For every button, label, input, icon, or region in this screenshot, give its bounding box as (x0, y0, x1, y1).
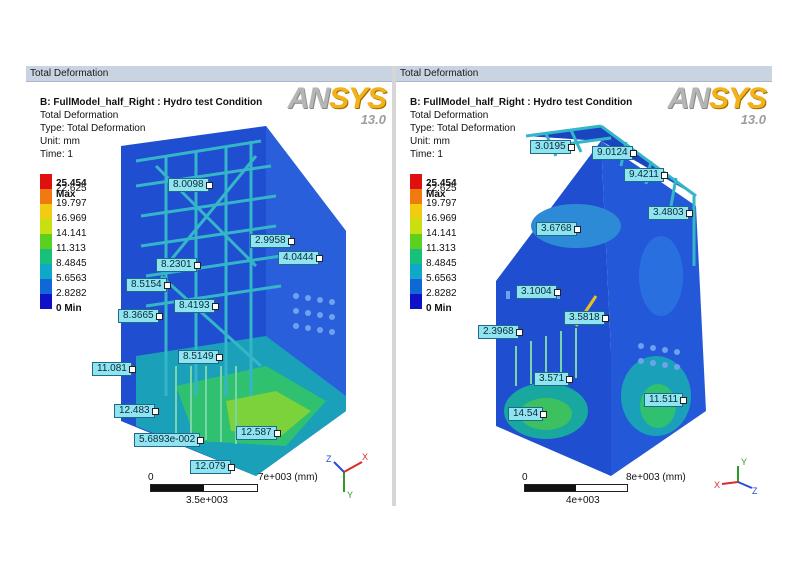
probe-label[interactable]: 2.9958 (250, 234, 295, 248)
probe-label[interactable]: 3.0195 (530, 140, 575, 154)
deformation-model-left[interactable] (26, 66, 392, 506)
probe-pin-icon (567, 144, 575, 151)
triad-x-label: X (714, 480, 720, 490)
scale-bar (150, 484, 258, 492)
probe-label[interactable]: 3.5818 (564, 311, 609, 325)
probe-pin-icon (211, 303, 219, 310)
probe-pin-icon (287, 238, 295, 245)
probe-pin-icon (553, 289, 561, 296)
probe-pin-icon (151, 408, 159, 415)
probe-label[interactable]: 2.3968 (478, 325, 523, 339)
probe-pin-icon (205, 182, 213, 189)
scale-end-label: 8e+003 (mm) (626, 472, 686, 483)
probe-label[interactable]: 8.5154 (126, 278, 171, 292)
axis-triad-icon[interactable]: X Z Y (714, 456, 764, 506)
triad-y-label: Y (741, 457, 747, 467)
probe-pin-icon (540, 411, 548, 418)
deformation-model-right[interactable] (396, 66, 772, 506)
scale-zero-label: 0 (522, 472, 528, 483)
scale-end-label: 7e+003 (mm) (258, 472, 318, 483)
probe-label[interactable]: 8.4193 (174, 299, 219, 313)
scale-zero-label: 0 (148, 472, 154, 483)
triad-x-label: X (362, 452, 368, 462)
probe-pin-icon (573, 226, 581, 233)
triad-z-label: Z (752, 486, 758, 496)
probe-label[interactable]: 5.6893e-002 (134, 433, 205, 447)
probe-pin-icon (163, 282, 171, 289)
scale-mid-label: 3.5e+003 (186, 495, 228, 506)
probe-pin-icon (193, 262, 201, 269)
scale-mid-label: 4e+003 (566, 495, 600, 506)
probe-pin-icon (515, 329, 523, 336)
probe-pin-icon (680, 397, 688, 404)
probe-label[interactable]: 9.4211 (624, 168, 668, 182)
probe-pin-icon (660, 172, 668, 179)
probe-label[interactable]: 4.0444 (278, 251, 323, 265)
probe-label[interactable]: 8.5149 (178, 350, 223, 364)
probe-label[interactable]: 11.511 (644, 393, 688, 407)
probe-pin-icon (629, 150, 637, 157)
probe-label[interactable]: 14.54 (508, 407, 548, 421)
probe-label[interactable]: 8.2301 (156, 258, 201, 272)
axis-triad-icon[interactable]: Z X Y (322, 450, 372, 500)
probe-label[interactable]: 9.0124 (592, 146, 637, 160)
probe-label[interactable]: 3.1004 (516, 285, 561, 299)
probe-label[interactable]: 3.571 (534, 372, 574, 386)
probe-pin-icon (273, 430, 281, 437)
probe-pin-icon (215, 354, 223, 361)
probe-label[interactable]: 12.587 (236, 426, 281, 440)
probe-label[interactable]: 8.3665 (118, 309, 163, 323)
scale-bar (524, 484, 628, 492)
probe-pin-icon (197, 437, 205, 444)
probe-pin-icon (315, 255, 323, 262)
probe-label[interactable]: 11.081 (92, 362, 136, 376)
probe-label[interactable]: 8.0098 (168, 178, 213, 192)
probe-pin-icon (601, 315, 609, 322)
probe-label[interactable]: 12.079 (190, 460, 235, 474)
probe-pin-icon (155, 313, 163, 320)
probe-label[interactable]: 3.6768 (536, 222, 581, 236)
probe-pin-icon (566, 376, 574, 383)
viewport-right[interactable]: Total Deformation B: FullModel_half_Righ… (396, 66, 772, 506)
triad-z-label: Z (326, 454, 332, 464)
probe-pin-icon (227, 464, 235, 471)
probe-label[interactable]: 12.483 (114, 404, 159, 418)
probe-pin-icon (685, 210, 693, 217)
probe-label[interactable]: 3.4803 (648, 206, 693, 220)
viewport-left[interactable]: Total Deformation B: FullModel_half_Righ… (26, 66, 392, 506)
probe-pin-icon (128, 366, 136, 373)
triad-y-label: Y (347, 490, 353, 500)
